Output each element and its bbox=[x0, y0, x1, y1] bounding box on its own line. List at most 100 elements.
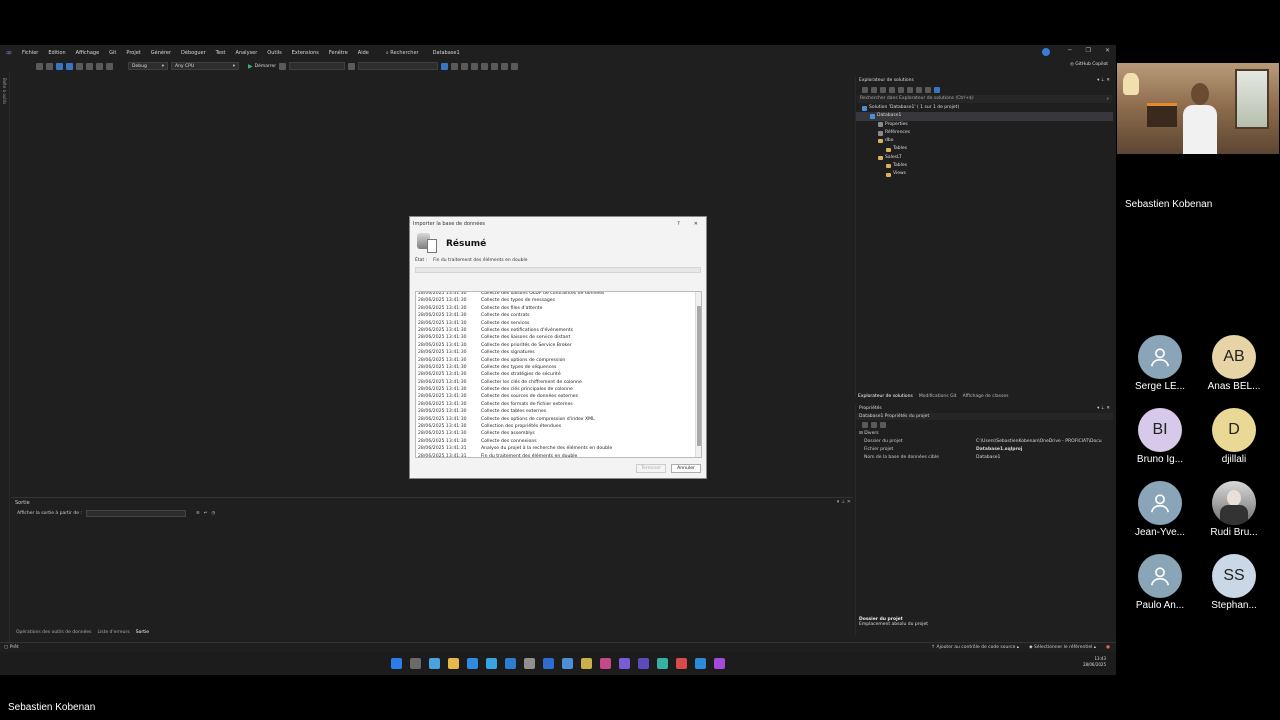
account-icon[interactable] bbox=[1042, 48, 1050, 56]
taskbar-app-icon[interactable] bbox=[429, 658, 440, 669]
menu-item-0[interactable]: Fichier bbox=[17, 50, 43, 56]
properties-object-select[interactable]: Database1 Propriétés du projet bbox=[856, 413, 1113, 420]
participant-tile[interactable]: AB Anas BEL... bbox=[1204, 335, 1264, 392]
minimize-icon[interactable]: ─ bbox=[1068, 47, 1072, 54]
property-value[interactable]: Database1.sqlproj bbox=[976, 446, 1113, 454]
cut-icon[interactable] bbox=[76, 62, 83, 70]
close-icon[interactable]: ✕ bbox=[1105, 47, 1110, 54]
close-icon[interactable]: ✕ bbox=[1106, 406, 1110, 411]
taskbar-app-icon[interactable] bbox=[695, 658, 706, 669]
open-icon[interactable] bbox=[46, 62, 53, 70]
menu-item-3[interactable]: Git bbox=[104, 50, 121, 56]
scrollbar-thumb[interactable] bbox=[697, 306, 701, 446]
sql-icon[interactable] bbox=[441, 62, 449, 70]
configuration-select[interactable]: Debug ▾ bbox=[128, 62, 168, 70]
solution-search-input[interactable]: Rechercher dans Explorateur de solutions… bbox=[857, 95, 1112, 103]
close-icon[interactable]: ✕ bbox=[1106, 78, 1110, 83]
target-select[interactable] bbox=[289, 62, 346, 70]
copy-icon[interactable] bbox=[86, 62, 93, 70]
save-icon[interactable] bbox=[56, 62, 63, 70]
search-menu[interactable]: ⌕ Rechercher bbox=[380, 50, 425, 56]
participant-tile[interactable]: BI Bruno Ig... bbox=[1130, 408, 1190, 465]
taskbar-app-icon[interactable] bbox=[638, 658, 649, 669]
pin-icon[interactable]: ⊥ bbox=[841, 499, 845, 505]
back-icon[interactable] bbox=[862, 87, 868, 93]
dropdown-icon[interactable]: ▾ bbox=[1097, 406, 1099, 411]
data-compare-icon[interactable] bbox=[471, 62, 479, 70]
taskbar-app-icon[interactable] bbox=[581, 658, 592, 669]
tab-data-tools-operations[interactable]: Opérations des outils de données bbox=[16, 630, 91, 635]
menu-item-5[interactable]: Générer bbox=[146, 50, 176, 56]
property-row[interactable]: Dossier du projet C:\Users\SebastienKoben… bbox=[856, 438, 1113, 446]
format-icon[interactable] bbox=[491, 62, 499, 70]
cancel-button[interactable]: Annuler bbox=[671, 464, 701, 473]
participant-tile[interactable]: Paulo An... bbox=[1130, 554, 1190, 611]
tab-git-changes[interactable]: Modifications Git bbox=[919, 394, 957, 400]
tree-item[interactable]: Tables bbox=[856, 162, 1113, 170]
tools-icon[interactable] bbox=[451, 62, 459, 70]
taskbar-app-icon[interactable] bbox=[410, 658, 421, 669]
toolbox-strip[interactable]: Boîte à outils bbox=[0, 72, 10, 642]
tree-item[interactable]: Views bbox=[856, 170, 1113, 178]
taskbar-app-icon[interactable] bbox=[543, 658, 554, 669]
menu-item-11[interactable]: Fenêtre bbox=[324, 50, 353, 56]
presenter-video[interactable] bbox=[1117, 63, 1279, 154]
pending-changes-icon[interactable] bbox=[889, 87, 895, 93]
show-all-files-icon[interactable] bbox=[916, 87, 922, 93]
start-without-debug-icon[interactable] bbox=[279, 62, 287, 70]
menu-item-6[interactable]: Déboguer bbox=[176, 50, 211, 56]
pin-icon[interactable]: ⊥ bbox=[1101, 406, 1105, 411]
debug-target-select[interactable] bbox=[358, 62, 439, 70]
platform-select[interactable]: Any CPU ▾ bbox=[171, 62, 239, 70]
publish-icon[interactable] bbox=[481, 62, 489, 70]
sync-icon[interactable] bbox=[880, 87, 886, 93]
taskbar-app-icon[interactable] bbox=[676, 658, 687, 669]
pin-icon[interactable]: ⊥ bbox=[1101, 78, 1105, 83]
taskbar-app-icon[interactable] bbox=[714, 658, 725, 669]
menu-item-8[interactable]: Analyser bbox=[231, 50, 263, 56]
menu-item-10[interactable]: Extensions bbox=[287, 50, 324, 56]
restore-icon[interactable]: ❐ bbox=[1086, 47, 1091, 54]
taskbar-clock[interactable]: 13:43 28/06/2025 bbox=[1083, 656, 1106, 668]
tree-item[interactable]: Properties bbox=[856, 121, 1113, 129]
participant-tile[interactable]: Ddjillali bbox=[1204, 408, 1264, 465]
tree-item[interactable]: Solution 'Database1' ( 1 sur 1 de projet… bbox=[856, 104, 1113, 112]
participant-tile[interactable]: Jean-Yve... bbox=[1130, 481, 1190, 538]
taskbar-app-icon[interactable] bbox=[562, 658, 573, 669]
home-icon[interactable] bbox=[871, 87, 877, 93]
new-item-icon[interactable] bbox=[36, 62, 43, 70]
tab-output[interactable]: Sortie bbox=[136, 630, 149, 635]
finish-button[interactable]: Terminer bbox=[636, 464, 666, 473]
help-icon[interactable]: ? bbox=[677, 221, 680, 227]
add-source-control-button[interactable]: ↑ Ajouter au contrôle de code source ▴ bbox=[931, 645, 1019, 650]
dropdown-icon[interactable]: ▾ bbox=[1097, 78, 1099, 83]
save-all-icon[interactable] bbox=[66, 62, 73, 70]
menu-item-9[interactable]: Outils bbox=[262, 50, 286, 56]
taskbar-app-icon[interactable] bbox=[505, 658, 516, 669]
property-pages-icon[interactable] bbox=[880, 422, 886, 428]
taskbar-app-icon[interactable] bbox=[467, 658, 478, 669]
taskbar-app-icon[interactable] bbox=[486, 658, 497, 669]
layout-icon[interactable] bbox=[348, 62, 356, 70]
dropdown-icon[interactable]: ▾ bbox=[837, 499, 840, 505]
comment-icon[interactable] bbox=[501, 62, 509, 70]
menu-item-12[interactable]: Aide bbox=[353, 50, 374, 56]
start-button[interactable]: ▶ Démarrer bbox=[248, 63, 276, 70]
taskbar-app-icon[interactable] bbox=[524, 658, 535, 669]
participant-tile[interactable]: SS Stephan... bbox=[1204, 554, 1264, 611]
property-row[interactable]: Nom de la base de données cible Database1 bbox=[856, 454, 1113, 462]
taskbar-app-icon[interactable] bbox=[600, 658, 611, 669]
select-repo-button[interactable]: ◆ Sélectionner le référentiel ▴ bbox=[1029, 645, 1096, 650]
menu-item-2[interactable]: Affichage bbox=[71, 50, 105, 56]
github-copilot-button[interactable]: ◎ GitHub Copilot bbox=[1070, 62, 1108, 67]
clear-all-icon[interactable]: ≡ bbox=[196, 511, 200, 516]
log-scrollbar[interactable] bbox=[695, 292, 701, 457]
taskbar-app-icon[interactable] bbox=[448, 658, 459, 669]
undo-icon[interactable] bbox=[96, 62, 103, 70]
categorized-icon[interactable] bbox=[862, 422, 868, 428]
redo-icon[interactable] bbox=[106, 62, 113, 70]
tab-class-view[interactable]: Affichage de classes bbox=[963, 394, 1009, 400]
tree-item[interactable]: Database1 bbox=[856, 112, 1113, 121]
property-value[interactable]: C:\Users\SebastienKobenan\OneDrive - PRO… bbox=[976, 438, 1113, 446]
collapse-all-icon[interactable] bbox=[907, 87, 913, 93]
